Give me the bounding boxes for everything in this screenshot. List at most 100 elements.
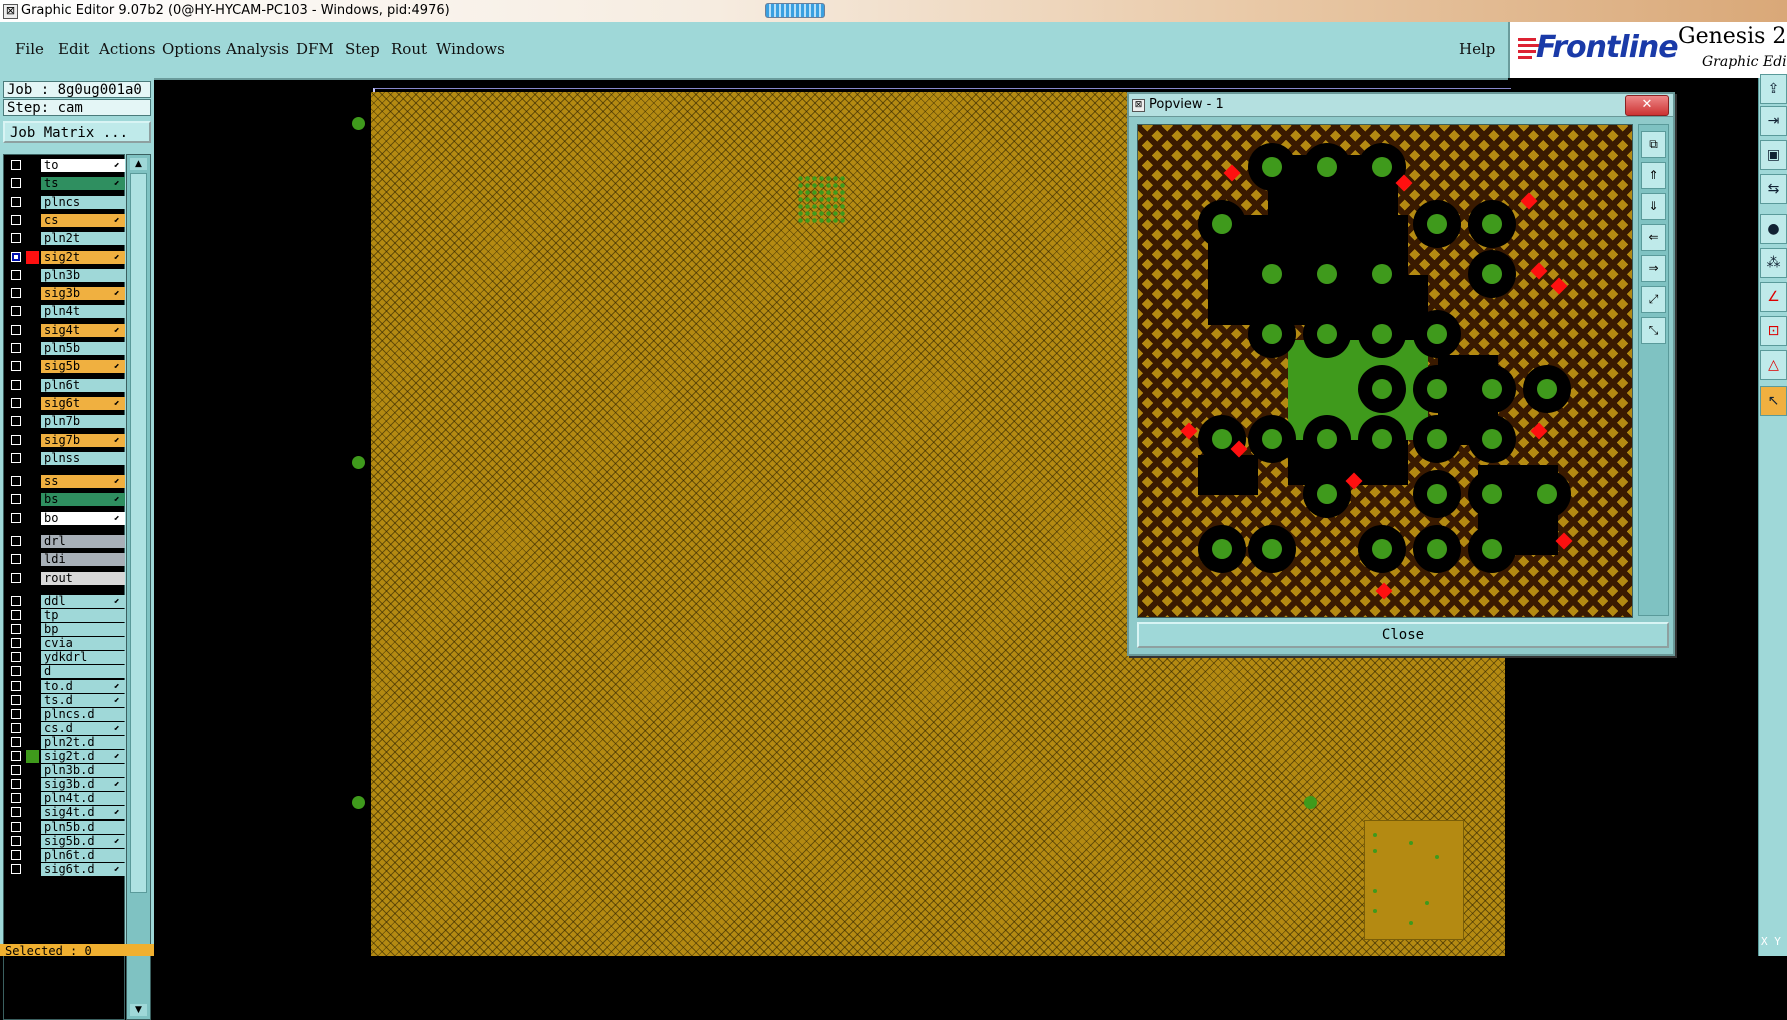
layer-checkbox[interactable] xyxy=(11,160,21,170)
layer-checkbox[interactable] xyxy=(11,694,21,705)
layer-name[interactable]: ldi xyxy=(41,553,125,567)
layer-row[interactable]: pln2t.d xyxy=(4,735,126,750)
popview-canvas[interactable] xyxy=(1137,124,1633,618)
layer-list-scrollbar[interactable]: ▲ ▼ xyxy=(126,154,151,1020)
layer-name[interactable]: pln6t.d xyxy=(41,848,125,862)
layer-row[interactable]: ss ⬋ xyxy=(4,474,126,489)
layer-checkbox[interactable] xyxy=(11,835,21,846)
zoom-fit-icon[interactable]: ⧉ xyxy=(1641,131,1666,158)
layer-row[interactable]: sig2t.d ⬋ xyxy=(4,749,126,764)
layer-checkbox[interactable] xyxy=(11,863,21,874)
menu-analysis[interactable]: Analysis xyxy=(226,40,289,58)
triangle-icon[interactable]: △ xyxy=(1760,350,1787,380)
layer-name[interactable]: pln3b xyxy=(41,268,125,282)
open-icon[interactable]: ⇪ xyxy=(1760,74,1787,104)
scroll-up-icon[interactable]: ▲ xyxy=(130,158,147,170)
layer-name[interactable]: bs ⬋ xyxy=(41,493,125,507)
layer-row[interactable]: sig4t ⬋ xyxy=(4,323,126,338)
layer-checkbox[interactable] xyxy=(11,779,21,790)
layer-row[interactable]: ydkdrl xyxy=(4,650,126,665)
layer-row[interactable]: plnss xyxy=(4,451,126,466)
layer-checkbox[interactable] xyxy=(11,751,21,761)
layer-name[interactable]: sig3b.d ⬋ xyxy=(41,778,125,792)
layer-checkbox[interactable] xyxy=(11,572,21,583)
layer-name[interactable]: ss ⬋ xyxy=(41,475,125,489)
layer-checkbox[interactable] xyxy=(11,652,21,663)
layer-name[interactable]: d xyxy=(41,665,125,679)
layer-name[interactable]: ddl ⬋ xyxy=(41,594,125,608)
menu-edit[interactable]: Edit xyxy=(58,40,89,58)
highlighted-via-cluster[interactable] xyxy=(797,175,847,223)
close-icon[interactable]: ✕ xyxy=(1625,95,1669,116)
layer-row[interactable]: pln3b xyxy=(4,268,126,283)
layer-name[interactable]: drl xyxy=(41,535,125,548)
layer-row[interactable]: plncs.d xyxy=(4,707,126,722)
layer-row[interactable]: sig2t ⬋ xyxy=(4,250,126,265)
layer-checkbox[interactable] xyxy=(11,610,21,620)
line-icon[interactable]: ∠ xyxy=(1760,282,1787,312)
layer-row[interactable]: ldi xyxy=(4,552,126,567)
layer-row[interactable]: bp xyxy=(4,622,126,637)
layer-checkbox[interactable] xyxy=(11,736,21,747)
layer-checkbox[interactable] xyxy=(11,476,21,487)
menu-rout[interactable]: Rout xyxy=(391,40,427,58)
pan-up-icon[interactable]: ⇑ xyxy=(1641,162,1666,189)
layer-checkbox[interactable] xyxy=(11,397,21,408)
layer-name[interactable]: sig2t.d ⬋ xyxy=(41,750,125,763)
zoom-out-icon[interactable]: ⤡ xyxy=(1641,317,1666,344)
layer-checkbox[interactable] xyxy=(11,849,21,860)
layer-checkbox[interactable] xyxy=(11,196,21,207)
layer-row[interactable]: to ⬋ xyxy=(4,158,126,173)
layer-name[interactable]: cs ⬋ xyxy=(41,213,125,227)
menu-actions[interactable]: Actions xyxy=(99,40,155,58)
layer-name[interactable]: rout xyxy=(41,571,125,585)
layer-name[interactable]: sig7b ⬋ xyxy=(41,433,125,447)
layer-row[interactable]: sig6t.d ⬋ xyxy=(4,862,126,877)
layer-name[interactable]: pln7b xyxy=(41,415,125,429)
layer-row[interactable]: bs ⬋ xyxy=(4,492,126,507)
layer-name[interactable]: pln5b.d xyxy=(41,820,125,834)
layer-row[interactable]: bo ⬋ xyxy=(4,511,126,526)
layer-row[interactable]: cs.d ⬋ xyxy=(4,721,126,736)
layer-checkbox[interactable] xyxy=(11,324,21,335)
menu-file[interactable]: File xyxy=(15,40,44,58)
import-icon[interactable]: ⇥ xyxy=(1760,106,1787,136)
layer-row[interactable]: plncs xyxy=(4,195,126,210)
scroll-thumb[interactable] xyxy=(130,173,147,893)
layer-name[interactable]: pln3b.d xyxy=(41,764,125,778)
layer-name[interactable]: bp xyxy=(41,623,125,637)
layer-name[interactable]: to ⬋ xyxy=(41,159,125,172)
layer-name[interactable]: ts ⬋ xyxy=(41,177,125,191)
layer-checkbox[interactable] xyxy=(11,269,21,280)
layer-name[interactable]: ydkdrl xyxy=(41,651,125,665)
layer-checkbox[interactable] xyxy=(11,638,21,649)
menu-step[interactable]: Step xyxy=(345,40,380,58)
layer-name[interactable]: ts.d ⬋ xyxy=(41,693,125,707)
menu-help[interactable]: Help xyxy=(1459,40,1495,58)
pan-down-icon[interactable]: ⇓ xyxy=(1641,193,1666,220)
layer-checkbox[interactable] xyxy=(11,666,21,677)
layer-name[interactable]: pln6t xyxy=(41,378,125,392)
layer-checkbox[interactable] xyxy=(11,554,21,565)
layer-name[interactable]: pln2t xyxy=(41,232,125,246)
circle-icon[interactable]: ● xyxy=(1760,214,1787,244)
layer-checkbox[interactable] xyxy=(11,233,21,244)
layer-name[interactable]: pln4t xyxy=(41,305,125,319)
layer-name[interactable]: sig3b ⬋ xyxy=(41,287,125,301)
layer-row[interactable]: sig3b ⬋ xyxy=(4,286,126,301)
layer-row[interactable]: pln4t xyxy=(4,304,126,319)
menu-dfm[interactable]: DFM xyxy=(296,40,334,58)
pointer-icon[interactable]: ↖ xyxy=(1760,386,1787,416)
layer-row[interactable]: cvia xyxy=(4,636,126,651)
layer-name[interactable]: pln2t.d xyxy=(41,735,125,749)
layer-row[interactable]: cs ⬋ xyxy=(4,213,126,228)
layer-row[interactable]: pln2t xyxy=(4,231,126,246)
layer-row[interactable]: sig4t.d ⬋ xyxy=(4,805,126,820)
layer-name[interactable]: to.d ⬋ xyxy=(41,679,125,693)
layer-checkbox[interactable] xyxy=(11,379,21,390)
layer-name[interactable]: sig4t ⬋ xyxy=(41,323,125,337)
layer-name[interactable]: sig5b ⬋ xyxy=(41,360,125,374)
layer-name[interactable]: plncs xyxy=(41,195,125,209)
layer-checkbox[interactable] xyxy=(11,306,21,317)
popview-titlebar[interactable]: ⊠ Popview - 1 ✕ xyxy=(1129,94,1673,117)
